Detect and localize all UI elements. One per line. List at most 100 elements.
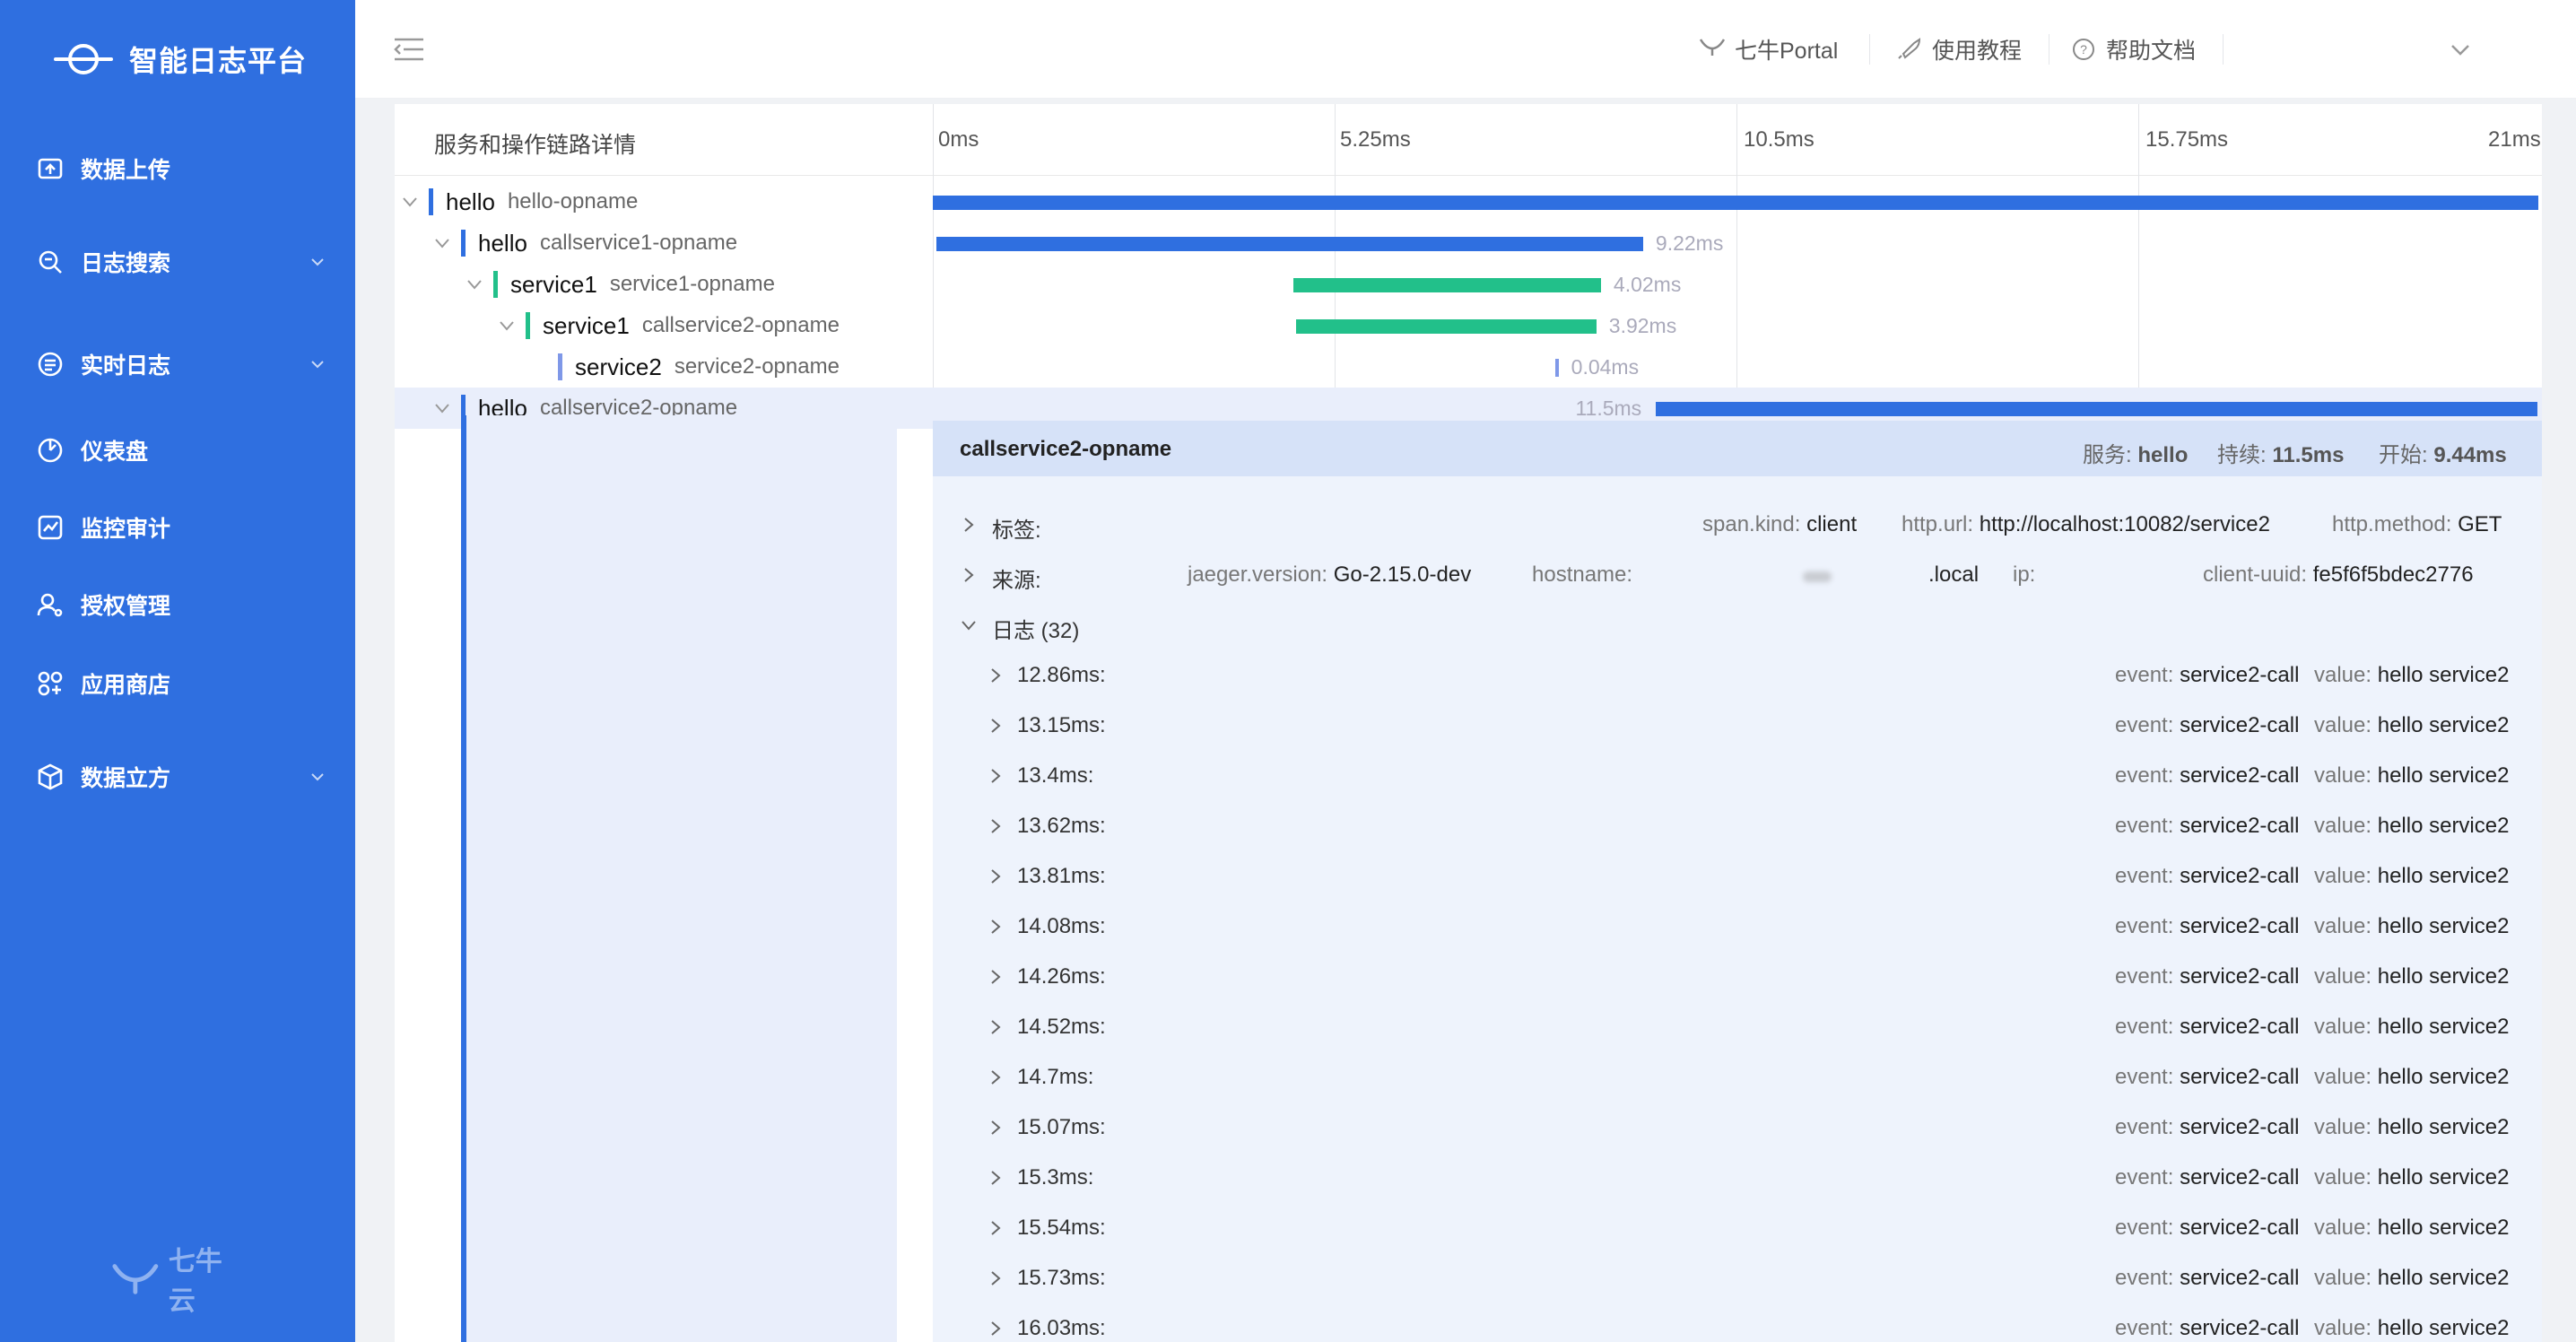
qiniu-icon — [1699, 39, 1726, 56]
span-tree-cell[interactable]: service1 callservice2-opname — [497, 305, 840, 346]
span-row[interactable]: service1 callservice2-opname 3.92ms — [395, 305, 2542, 346]
sidebar-item-1[interactable]: 数据上传 — [0, 142, 355, 196]
chevron-right-icon — [991, 719, 1001, 733]
trace-header: 服务和操作链路详情 0ms 5.25ms 10.5ms 15.75ms 21ms — [395, 104, 2542, 176]
span-duration-label: 3.92ms — [1608, 314, 1677, 337]
help-icon: ? — [2073, 39, 2094, 60]
process-label: 来源: — [992, 569, 1041, 593]
log-time: 15.54ms: — [1017, 1216, 1106, 1240]
log-row[interactable]: 13.81ms: event: service2-call value: hello… — [933, 851, 2542, 902]
log-row[interactable]: 14.52ms: event: service2-call value: hello… — [933, 1002, 2542, 1052]
bottom-brand: 七牛云 — [111, 1247, 246, 1316]
span-bar[interactable] — [1554, 359, 1559, 377]
log-row[interactable]: 16.03ms: event: service2-call value: hello… — [933, 1303, 2542, 1342]
chevron-down-icon[interactable] — [465, 274, 484, 294]
log-value: value: hello service2 — [2314, 914, 2510, 938]
span-tree-cell[interactable]: hello callservice1-opname — [432, 222, 737, 264]
chevron-down-icon[interactable] — [432, 398, 452, 418]
chevron-down-icon[interactable] — [400, 192, 420, 212]
chevron-right-icon — [991, 668, 1001, 683]
sidebar-item-3[interactable]: 实时日志 — [0, 337, 355, 391]
process-client-uuid: client-uuid: fe5f6f5bdec2776 — [2203, 562, 2474, 587]
log-time: 13.62ms: — [1017, 814, 1106, 838]
span-row[interactable]: hello hello-opname — [395, 181, 2542, 222]
span-bar[interactable] — [1292, 278, 1601, 292]
brand[interactable]: 智能日志平台 — [54, 34, 307, 84]
log-value: value: hello service2 — [2314, 864, 2510, 888]
tick-label: 5.25ms — [1340, 127, 1411, 152]
log-time: 15.73ms: — [1017, 1266, 1106, 1290]
log-row[interactable]: 13.15ms: event: service2-call value: hello… — [933, 701, 2542, 751]
log-row[interactable]: 13.62ms: event: service2-call value: hello… — [933, 801, 2542, 851]
span-service: hello — [478, 229, 527, 257]
log-row[interactable]: 14.7ms: event: service2-call value: hello … — [933, 1052, 2542, 1102]
sidebar-item-5[interactable]: 监控审计 — [0, 501, 355, 554]
span-row[interactable]: service2 service2-opname 0.04ms — [395, 346, 2542, 388]
redacted-hostname — [1803, 571, 1832, 582]
log-event: event: service2-call — [2115, 1266, 2300, 1290]
top-header: 七牛Portal 使用教程 ? 帮助文档 — [355, 0, 2576, 99]
user-menu-chevron-icon[interactable] — [2449, 38, 2472, 61]
tags-label: 标签: — [992, 518, 1041, 543]
tag-http-url: http.url: http://localhost:10082/service… — [1902, 512, 2270, 536]
detail-title-bar[interactable]: callservice2-opname 服务: hello 持续: 11.5ms… — [933, 421, 2542, 476]
log-row[interactable]: 15.07ms: event: service2-call value: hello… — [933, 1102, 2542, 1153]
span-service: hello — [446, 187, 495, 215]
chevron-right-icon — [991, 1321, 1001, 1336]
log-row[interactable]: 15.3ms: event: service2-call value: hello … — [933, 1153, 2542, 1203]
process-hostname-value: .local — [1928, 562, 1980, 587]
sidebar-item-label: 日志搜索 — [81, 251, 171, 276]
main-content: 服务和操作链路详情 0ms 5.25ms 10.5ms 15.75ms 21ms hel… — [355, 99, 2576, 1342]
span-tree-cell[interactable]: service2 service2-opname — [529, 346, 840, 388]
sidebar-item-7[interactable]: 应用商店 — [0, 657, 355, 710]
header-link-label: 七牛Portal — [1735, 39, 1839, 64]
log-value: value: hello service2 — [2314, 1065, 2510, 1089]
monitor-icon — [38, 515, 63, 540]
span-bar[interactable] — [933, 196, 2538, 210]
span-bar[interactable] — [936, 237, 1643, 251]
process-row[interactable]: 来源: jaeger.version: Go-2.15.0-dev hostna… — [933, 550, 2542, 600]
sidebar-item-8[interactable]: 数据立方 — [0, 750, 355, 804]
span-duration-label: 11.5ms — [1575, 396, 1642, 420]
sidebar-item-label: 授权管理 — [81, 594, 171, 619]
header-separator — [1869, 34, 1870, 65]
log-row[interactable]: 15.73ms: event: service2-call value: hello… — [933, 1253, 2542, 1303]
header-link-1[interactable]: 七牛Portal — [1699, 32, 1838, 66]
service-color-mark — [493, 271, 498, 298]
log-event: event: service2-call — [2115, 864, 2300, 888]
tag-span-kind: span.kind: client — [1702, 512, 1858, 536]
span-service: service1 — [510, 270, 597, 298]
log-row[interactable]: 12.86ms: event: service2-call value: hello… — [933, 650, 2542, 701]
sidebar-item-2[interactable]: 日志搜索 — [0, 235, 355, 289]
service-color-mark — [558, 353, 562, 380]
sidebar-item-6[interactable]: 授权管理 — [0, 578, 355, 632]
sidebar-item-4[interactable]: 仪表盘 — [0, 423, 355, 477]
chevron-right-icon — [964, 568, 974, 582]
upload-icon — [38, 158, 63, 179]
log-event: event: service2-call — [2115, 1065, 2300, 1089]
span-operation: callservice2-opname — [641, 313, 840, 337]
span-bar[interactable] — [1656, 402, 2537, 416]
span-row[interactable]: hello callservice1-opname 9.22ms — [395, 222, 2542, 264]
menu-collapse-icon[interactable] — [393, 36, 425, 63]
toggle-spacer — [529, 357, 549, 377]
chevron-down-icon[interactable] — [432, 233, 452, 253]
header-link-2[interactable]: 使用教程 — [1896, 32, 2022, 66]
tags-row[interactable]: 标签: span.kind: client http.url: http://l… — [933, 500, 2542, 550]
span-bar[interactable] — [1295, 319, 1597, 334]
search-icon — [39, 250, 62, 274]
span-tree-cell[interactable]: hello hello-opname — [400, 181, 638, 222]
log-row[interactable]: 13.4ms: event: service2-call value: hello … — [933, 751, 2542, 801]
chevron-down-icon[interactable] — [497, 316, 517, 336]
tick-label: 10.5ms — [1744, 127, 1815, 152]
log-row[interactable]: 15.54ms: event: service2-call value: hello… — [933, 1203, 2542, 1253]
log-event: event: service2-call — [2115, 1115, 2300, 1139]
span-tree-cell[interactable]: service1 service1-opname — [465, 264, 775, 305]
logs-row[interactable]: 日志 (32) — [933, 600, 2542, 650]
log-row[interactable]: 14.08ms: event: service2-call value: hello… — [933, 902, 2542, 952]
header-link-3[interactable]: ? 帮助文档 — [2070, 32, 2196, 66]
log-event: event: service2-call — [2115, 914, 2300, 938]
log-value: value: hello service2 — [2314, 814, 2510, 838]
span-row[interactable]: service1 service1-opname 4.02ms — [395, 264, 2542, 305]
log-row[interactable]: 14.26ms: event: service2-call value: hello… — [933, 952, 2542, 1002]
